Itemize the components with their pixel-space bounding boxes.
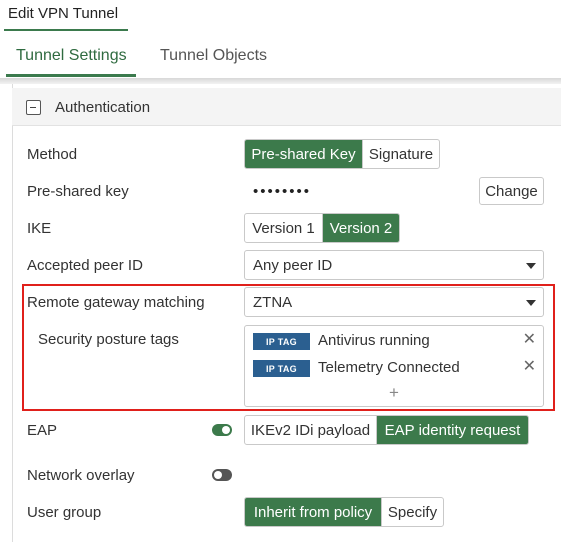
ike-label: IKE [27,220,52,237]
page-title: Edit VPN Tunnel [8,5,119,22]
toggle-knob [222,426,230,434]
eap-identity-request-button[interactable]: EAP identity request [376,416,528,444]
user-group-label: User group [27,504,102,521]
active-tab-indicator [6,74,136,77]
method-toggle-group: Pre-shared Key Signature [244,139,440,169]
psk-masked-value: •••••••• [253,183,312,200]
tab-bar: Tunnel Settings Tunnel Objects [0,34,561,78]
psk-label: Pre-shared key [27,183,129,200]
ike-toggle-group: Version 1 Version 2 [244,213,400,243]
network-overlay-label: Network overlay [27,467,135,484]
user-group-toggle-group: Inherit from policy Specify [244,497,444,527]
collapse-minus-icon[interactable] [26,100,41,115]
toggle-knob [214,471,222,479]
method-preshared-key-button[interactable]: Pre-shared Key [245,140,362,168]
user-group-specify-button[interactable]: Specify [381,498,443,526]
ike-version2-button[interactable]: Version 2 [322,214,399,242]
eap-toggle-group: IKEv2 IDi payload EAP identity request [244,415,529,445]
title-bar: Edit VPN Tunnel [0,0,561,34]
peer-id-select[interactable]: Any peer ID [244,250,544,280]
caret-down-icon [526,263,536,269]
highlight-box [22,284,555,411]
peer-id-value: Any peer ID [253,257,333,274]
change-psk-button[interactable]: Change [479,177,544,205]
method-label: Method [27,146,78,163]
ike-version1-button[interactable]: Version 1 [245,214,322,242]
section-title: Authentication [55,99,151,116]
title-underline [4,29,128,31]
eap-ikev2-idi-button[interactable]: IKEv2 IDi payload [245,416,376,444]
eap-toggle[interactable] [212,424,232,436]
tab-tunnel-settings[interactable]: Tunnel Settings [16,47,127,65]
tab-tunnel-objects[interactable]: Tunnel Objects [160,47,267,65]
user-group-inherit-button[interactable]: Inherit from policy [245,498,381,526]
eap-label: EAP [27,422,58,439]
method-signature-button[interactable]: Signature [362,140,439,168]
peer-id-label: Accepted peer ID [27,257,143,274]
network-overlay-toggle[interactable] [212,469,232,481]
